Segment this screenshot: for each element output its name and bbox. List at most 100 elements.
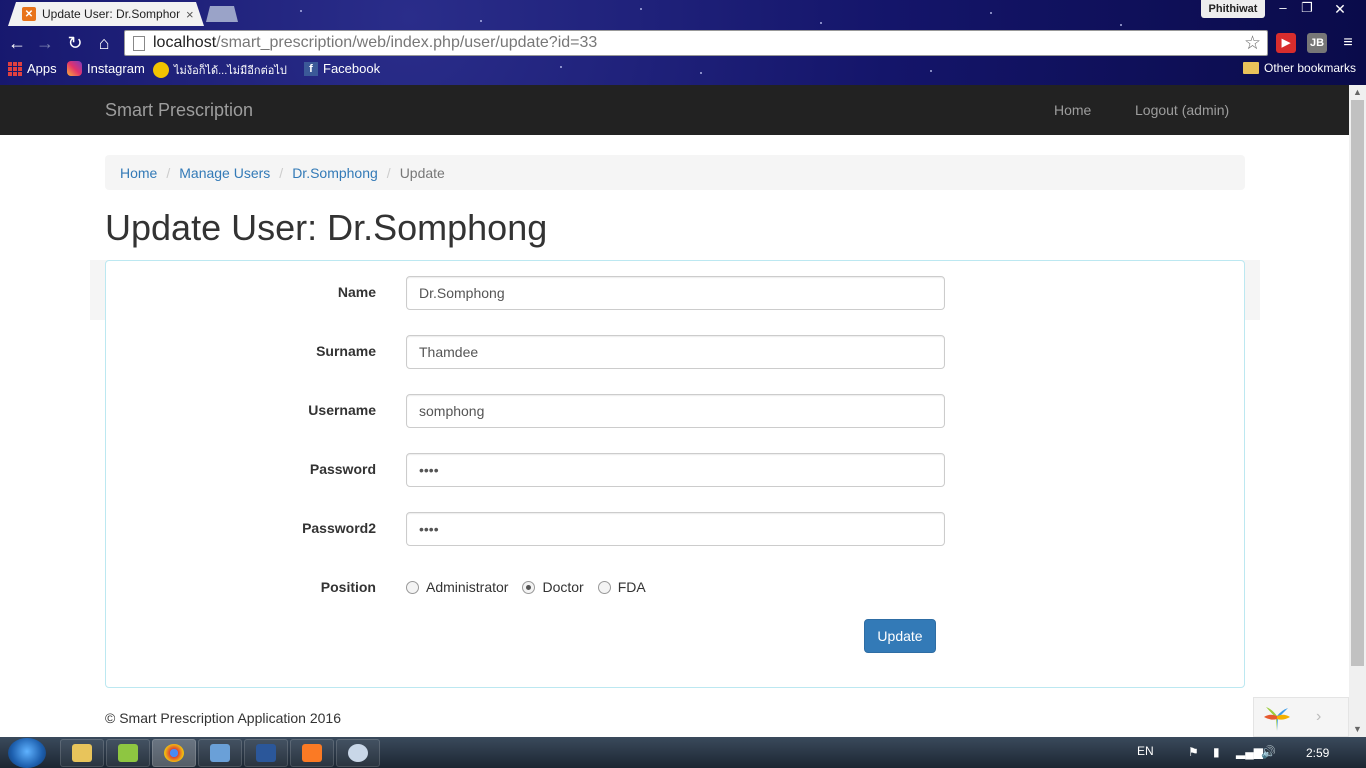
- page-viewport: Smart Prescription Home Logout (admin) H…: [0, 85, 1349, 737]
- navbar-brand[interactable]: Smart Prescription: [105, 100, 253, 121]
- new-tab-button[interactable]: [206, 6, 238, 22]
- paint-icon: [348, 744, 368, 762]
- extension-red-icon[interactable]: ▶: [1276, 33, 1296, 53]
- reload-icon[interactable]: ↻: [64, 33, 86, 53]
- page-scrollbar[interactable]: ▲ ▼: [1349, 85, 1366, 737]
- taskbar-word[interactable]: [244, 739, 288, 767]
- position-row: Position Administrator Doctor FDA: [106, 571, 1246, 605]
- breadcrumb-home[interactable]: Home: [120, 165, 157, 181]
- menu-icon[interactable]: ≡: [1338, 33, 1358, 53]
- chrome-icon: [164, 744, 184, 762]
- clock[interactable]: 2:59: [1306, 746, 1329, 760]
- extension-jb-icon[interactable]: JB: [1307, 33, 1327, 53]
- monitor-icon: [210, 744, 230, 762]
- update-button[interactable]: Update: [864, 619, 936, 653]
- xampp-icon: [302, 744, 322, 762]
- scrollbar-thumb[interactable]: [1351, 100, 1364, 666]
- profile-button[interactable]: Phithiwat: [1201, 0, 1265, 18]
- breadcrumb: Home / Manage Users / Dr.Somphong / Upda…: [105, 155, 1245, 190]
- url-host: localhost: [153, 34, 217, 51]
- page-icon: [133, 35, 145, 51]
- name-label: Name: [337, 284, 376, 300]
- browser-tab[interactable]: ✕ Update User: Dr.Somphong ×: [8, 2, 204, 26]
- radio-button[interactable]: [597, 580, 611, 594]
- apps-grid-icon: [8, 61, 22, 76]
- bookmark-star-icon[interactable]: ☆: [1244, 32, 1261, 55]
- position-radio-group: Administrator Doctor FDA: [406, 579, 660, 595]
- password2-row: Password2 ••••: [106, 512, 1246, 546]
- bookmark-apps-label: Apps: [27, 61, 57, 76]
- start-button[interactable]: [8, 738, 46, 768]
- radio-label: Administrator: [426, 579, 509, 595]
- taskbar-paint[interactable]: [336, 739, 380, 767]
- breadcrumb-user[interactable]: Dr.Somphong: [292, 165, 378, 181]
- url-path: /smart_prescription/web/index.php/user/u…: [216, 34, 598, 51]
- scroll-up-icon[interactable]: ▲: [1349, 85, 1366, 100]
- breadcrumb-separator: /: [386, 164, 391, 181]
- username-label: Username: [308, 402, 376, 418]
- user-form-panel: Name Dr.Somphong Surname Thamdee Usernam…: [105, 260, 1245, 688]
- password2-field[interactable]: ••••: [406, 512, 945, 546]
- radio-doctor[interactable]: Doctor: [522, 579, 584, 595]
- password-label: Password: [309, 461, 376, 477]
- bookmark-apps[interactable]: Apps: [8, 61, 57, 76]
- name-row: Name Dr.Somphong: [106, 276, 1246, 310]
- home-icon[interactable]: ⌂: [93, 33, 115, 53]
- breadcrumb-manage-users[interactable]: Manage Users: [179, 165, 270, 181]
- close-window-icon[interactable]: ✕: [1316, 0, 1364, 18]
- taskbar-xampp[interactable]: [290, 739, 334, 767]
- taskbar-app2[interactable]: [106, 739, 150, 767]
- volume-icon[interactable]: 🔊: [1261, 745, 1276, 759]
- position-label: Position: [320, 579, 376, 595]
- instagram-icon: [67, 61, 82, 76]
- folder-icon: [72, 744, 92, 762]
- radio-button[interactable]: [406, 580, 419, 594]
- nav-logout-link[interactable]: Logout (admin): [1135, 102, 1229, 118]
- windows-taskbar: EN ⚑ ▮ ▂▄▆ 🔊 2:59: [0, 737, 1366, 768]
- scroll-down-icon[interactable]: ▼: [1349, 722, 1366, 737]
- facebook-icon: f: [304, 61, 318, 76]
- address-bar[interactable]: localhost/smart_prescription/web/index.p…: [124, 30, 1268, 56]
- taskbar-explorer[interactable]: [60, 739, 104, 767]
- yii-logo-icon: [1264, 707, 1290, 731]
- taskbar-chrome[interactable]: [152, 739, 196, 767]
- browser-chrome: ✕ Update User: Dr.Somphong × Phithiwat –…: [0, 0, 1366, 85]
- password-field[interactable]: ••••: [406, 453, 945, 487]
- bookmark-instagram[interactable]: Instagram: [67, 61, 145, 76]
- radio-administrator[interactable]: Administrator: [406, 579, 508, 595]
- radio-fda[interactable]: FDA: [597, 579, 646, 595]
- folder-icon: [1243, 62, 1259, 74]
- bookmark-other-label: Other bookmarks: [1264, 61, 1357, 75]
- word-icon: [256, 744, 276, 762]
- tab-close-icon[interactable]: ×: [186, 7, 194, 22]
- bookmark-other[interactable]: Other bookmarks: [1243, 61, 1356, 75]
- name-field[interactable]: Dr.Somphong: [406, 276, 945, 310]
- yii-debug-toolbar[interactable]: ›: [1253, 697, 1349, 737]
- nav-home-link[interactable]: Home: [1054, 102, 1091, 118]
- breadcrumb-current: Update: [399, 164, 445, 181]
- bookmark-facebook[interactable]: f Facebook: [304, 61, 380, 76]
- forward-icon[interactable]: →: [34, 33, 56, 53]
- bookmark-facebook-label: Facebook: [323, 61, 381, 76]
- language-indicator[interactable]: EN: [1137, 744, 1154, 758]
- battery-icon[interactable]: ▮: [1213, 745, 1220, 759]
- radio-button-checked[interactable]: [522, 580, 536, 594]
- minimize-icon[interactable]: –: [1270, 0, 1296, 18]
- bookmark-instagram-label: Instagram: [87, 61, 145, 76]
- action-center-icon[interactable]: ⚑: [1188, 745, 1199, 759]
- back-icon[interactable]: ←: [6, 33, 28, 53]
- bookmark-thai-label: ไม่ง้อก็ได้...ไม่มีอีกต่อไป: [174, 65, 287, 77]
- password2-label: Password2: [302, 520, 376, 536]
- surname-row: Surname Thamdee: [106, 335, 1246, 369]
- chevron-right-icon[interactable]: ›: [1316, 708, 1321, 726]
- taskbar-remote[interactable]: [198, 739, 242, 767]
- footer-copyright: © Smart Prescription Application 2016: [105, 710, 341, 726]
- bookmark-thai[interactable]: ไม่ง้อก็ได้...ไม่มีอีกต่อไป: [153, 61, 287, 79]
- username-row: Username somphong: [106, 394, 1246, 428]
- radio-label: FDA: [617, 579, 646, 595]
- surname-field[interactable]: Thamdee: [406, 335, 945, 369]
- emoji-icon: [153, 62, 169, 78]
- username-field[interactable]: somphong: [406, 394, 945, 428]
- network-icon[interactable]: ▂▄▆: [1236, 745, 1263, 759]
- tab-title: Update User: Dr.Somphong: [42, 7, 180, 21]
